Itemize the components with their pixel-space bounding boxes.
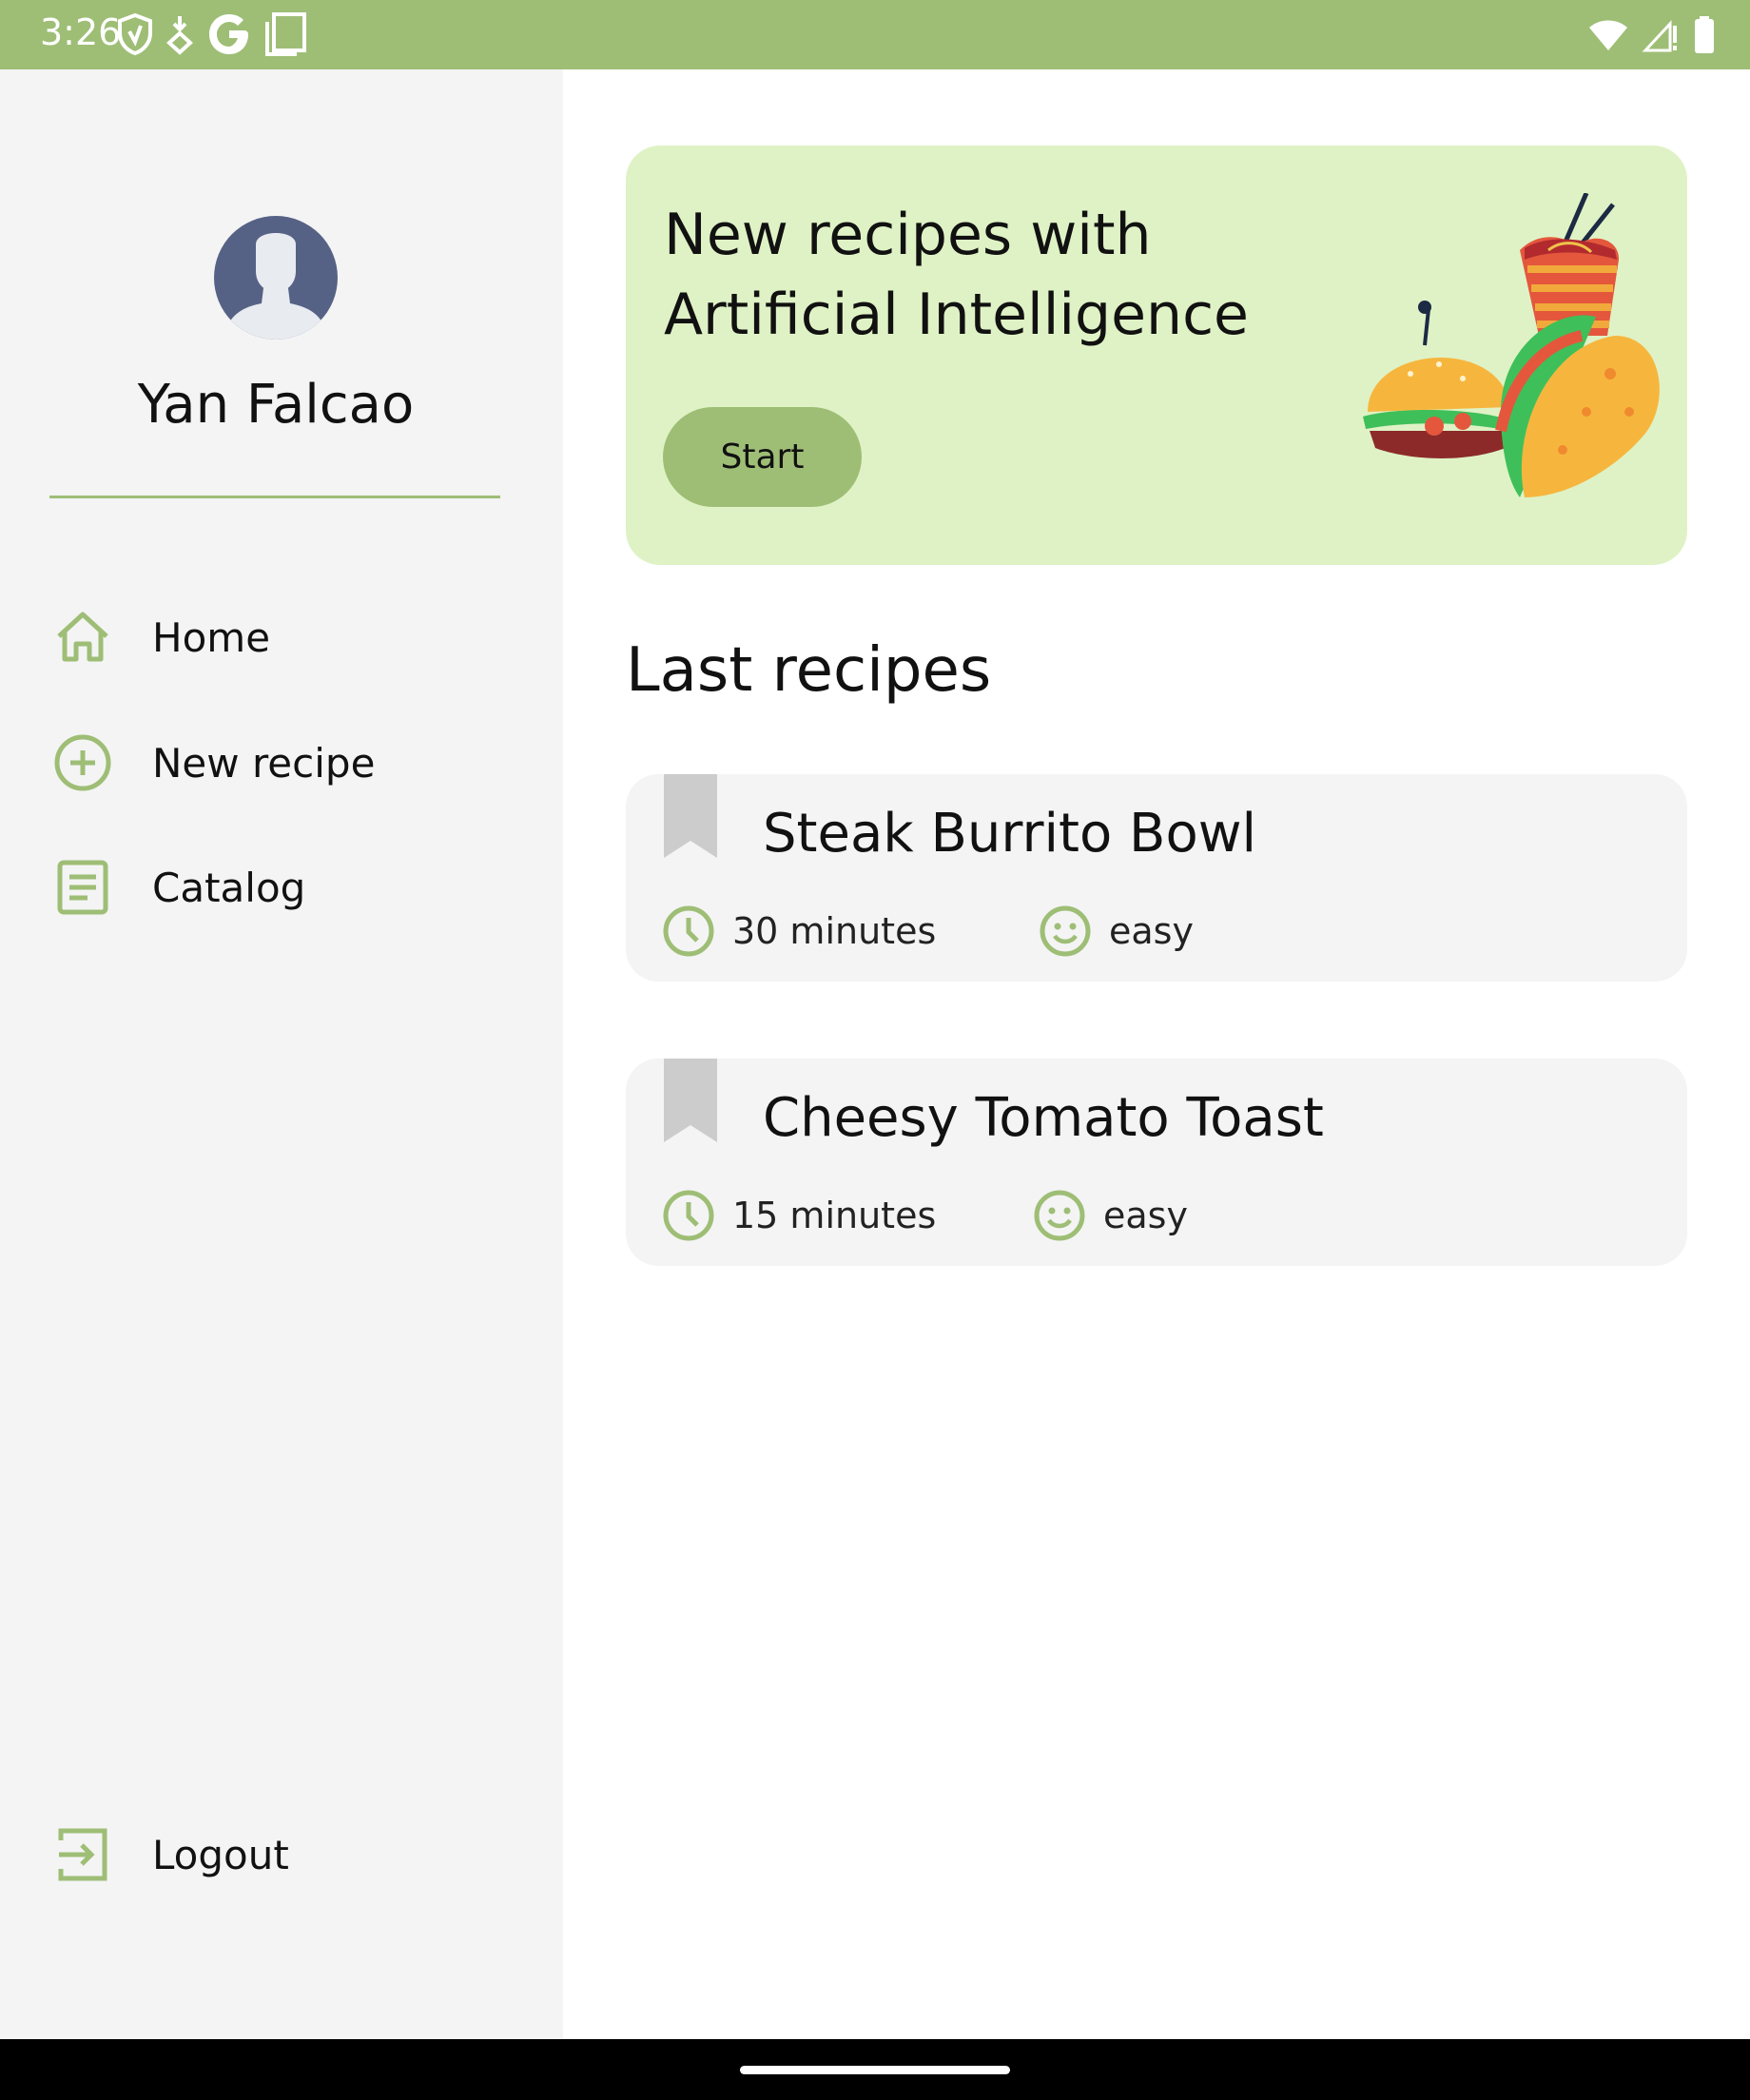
- smiley-icon: [1040, 905, 1091, 957]
- sidebar-item-home[interactable]: Home: [53, 607, 270, 668]
- recipe-difficulty-label: easy: [1103, 1195, 1188, 1236]
- bookmark-icon[interactable]: [664, 774, 717, 858]
- sidebar-item-label: Catalog: [152, 864, 306, 911]
- user-name: Yan Falcao: [137, 374, 415, 436]
- sidebar-item-label: Home: [152, 613, 271, 661]
- home-gesture-handle[interactable]: [740, 2066, 1010, 2074]
- recipe-time: 15 minutes: [662, 1189, 936, 1242]
- recipe-time-label: 15 minutes: [732, 1195, 937, 1236]
- avatar[interactable]: [214, 216, 338, 340]
- document-icon: [57, 860, 108, 915]
- sidebar-item-catalog[interactable]: Catalog: [53, 857, 305, 918]
- shield-icon: [118, 12, 152, 56]
- food-illustration: [1363, 193, 1660, 497]
- recipe-time: 30 minutes: [662, 904, 936, 958]
- status-icons-left: [116, 10, 308, 59]
- screenshot-icon: [265, 12, 306, 56]
- sidebar-item-new-recipe[interactable]: New recipe: [53, 732, 375, 793]
- start-button[interactable]: Start: [663, 407, 862, 507]
- recipe-card[interactable]: Steak Burrito Bowl 30 minutes easy: [626, 774, 1687, 982]
- section-title: Last recipes: [626, 635, 992, 706]
- clock-icon: [663, 1190, 714, 1241]
- recipe-card[interactable]: Cheesy Tomato Toast 15 minutes easy: [626, 1059, 1687, 1266]
- wifi-icon: [1589, 20, 1627, 50]
- logout-label: Logout: [152, 1831, 289, 1878]
- banner-title-line-2: Artificial Intelligence: [664, 282, 1249, 348]
- system-navigation-bar: [0, 2039, 1750, 2100]
- recipe-name: Steak Burrito Bowl: [763, 803, 1257, 865]
- recipe-difficulty-label: easy: [1109, 910, 1194, 952]
- recipe-name: Cheesy Tomato Toast: [763, 1087, 1324, 1149]
- recipe-difficulty: easy: [1039, 904, 1194, 958]
- home-icon: [57, 612, 108, 662]
- recipe-difficulty: easy: [1033, 1189, 1188, 1242]
- sidebar: Yan Falcao Home New recipe Catalog Logou…: [0, 69, 563, 2039]
- status-time: 3:26: [40, 11, 122, 53]
- google-icon: [209, 14, 248, 54]
- bookmark-icon[interactable]: [664, 1059, 717, 1142]
- status-bar: 3:26: [0, 0, 1750, 69]
- download-icon: [166, 16, 193, 55]
- sidebar-divider: [49, 496, 500, 498]
- banner-title-line-1: New recipes with: [664, 202, 1152, 268]
- add-circle-icon: [54, 734, 111, 791]
- recipe-time-label: 30 minutes: [732, 910, 937, 952]
- battery-icon: [1695, 16, 1714, 53]
- ai-recipes-banner: New recipes with Artificial Intelligence…: [626, 146, 1687, 565]
- sidebar-item-label: New recipe: [152, 739, 376, 787]
- banner-title: New recipes with Artificial Intelligence: [664, 195, 1349, 355]
- signal-icon: [1642, 20, 1677, 52]
- smiley-icon: [1034, 1190, 1085, 1241]
- logout-icon: [58, 1828, 107, 1881]
- clock-icon: [663, 905, 714, 957]
- logout-button[interactable]: Logout: [53, 1824, 289, 1885]
- status-icons-right: [1588, 13, 1716, 57]
